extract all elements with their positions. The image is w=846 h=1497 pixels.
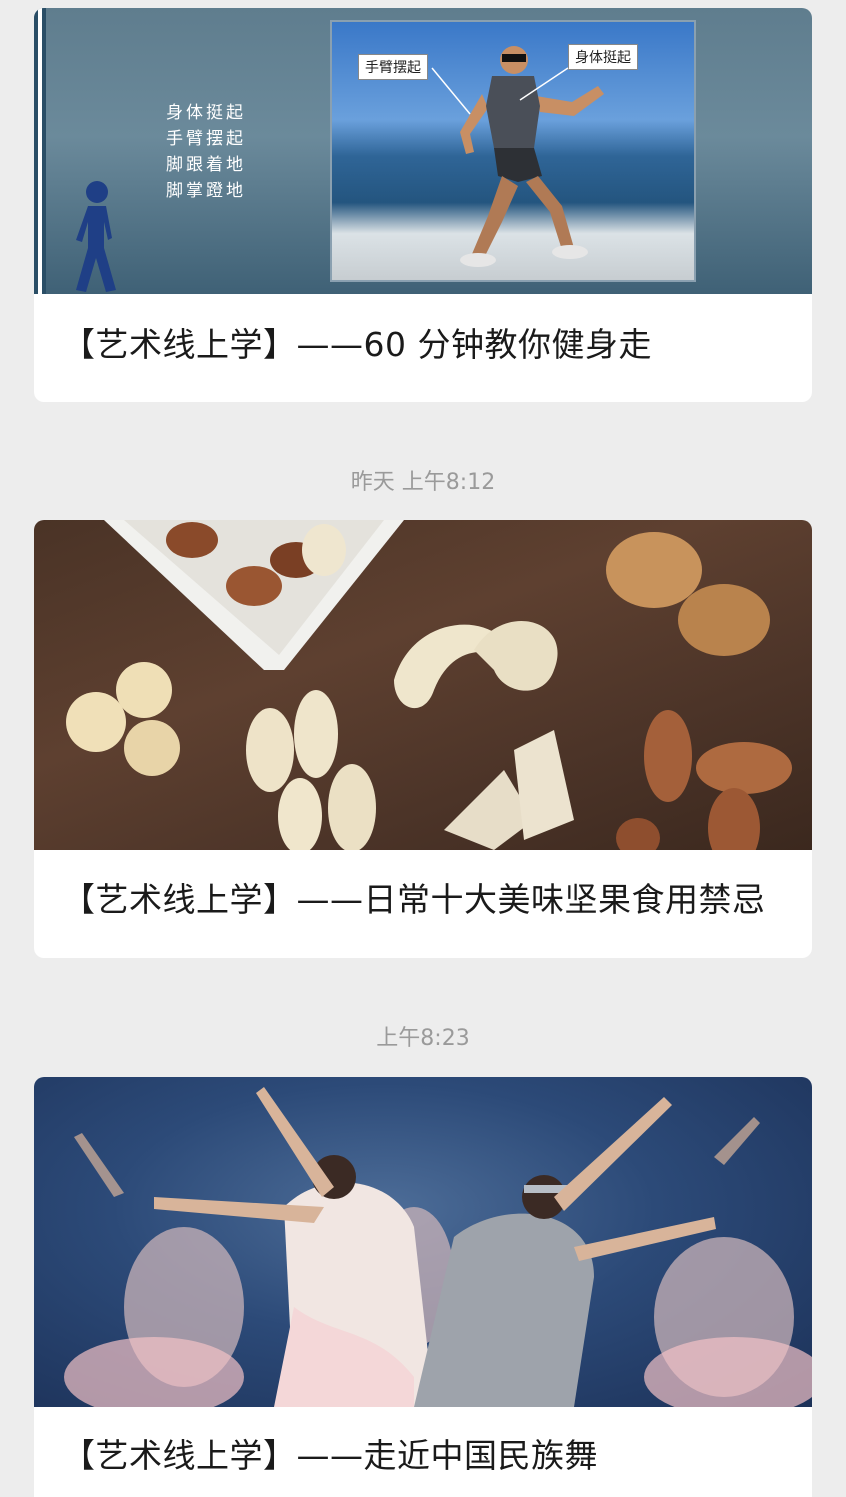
article-title[interactable]: 【艺术线上学】——60 分钟教你健身走 bbox=[34, 294, 812, 402]
article-feed: 身体挺起 手臂摆起 脚跟着地 脚掌蹬地 手臂摆起 身体挺起 【艺术线上学】——6… bbox=[0, 0, 846, 1497]
walker-photo: 手臂摆起 身体挺起 bbox=[330, 20, 696, 282]
article-title[interactable]: 【艺术线上学】——日常十大美味坚果食用禁忌 bbox=[34, 850, 812, 958]
walking-silhouette-icon bbox=[76, 181, 116, 292]
tip-line: 脚掌蹬地 bbox=[166, 181, 246, 201]
article-cover-image[interactable] bbox=[34, 1077, 812, 1407]
tip-line: 脚跟着地 bbox=[166, 155, 246, 175]
article-title[interactable]: 【艺术线上学】——走近中国民族舞 bbox=[34, 1407, 812, 1497]
tip-line: 手臂摆起 bbox=[166, 129, 246, 149]
callout-lines bbox=[431, 67, 569, 115]
nuts-illustration bbox=[66, 520, 792, 850]
article-cover-image[interactable]: 身体挺起 手臂摆起 脚跟着地 脚掌蹬地 手臂摆起 身体挺起 bbox=[34, 8, 812, 294]
article-card[interactable]: 【艺术线上学】——走近中国民族舞 bbox=[34, 1077, 812, 1497]
tip-line: 身体挺起 bbox=[166, 103, 246, 123]
dancers-illustration bbox=[64, 1087, 812, 1407]
article-cover-image[interactable] bbox=[34, 520, 812, 850]
decorative-stripe bbox=[34, 8, 46, 294]
walking-tips-overlay: 身体挺起 手臂摆起 脚跟着地 脚掌蹬地 bbox=[166, 100, 256, 204]
message-timestamp: 昨天 上午8:12 bbox=[350, 470, 496, 495]
article-card[interactable]: 身体挺起 手臂摆起 脚跟着地 脚掌蹬地 手臂摆起 身体挺起 【艺术线上学】——6… bbox=[34, 8, 812, 402]
message-timestamp: 上午8:23 bbox=[376, 1026, 470, 1051]
article-card[interactable]: 【艺术线上学】——日常十大美味坚果食用禁忌 bbox=[34, 520, 812, 958]
